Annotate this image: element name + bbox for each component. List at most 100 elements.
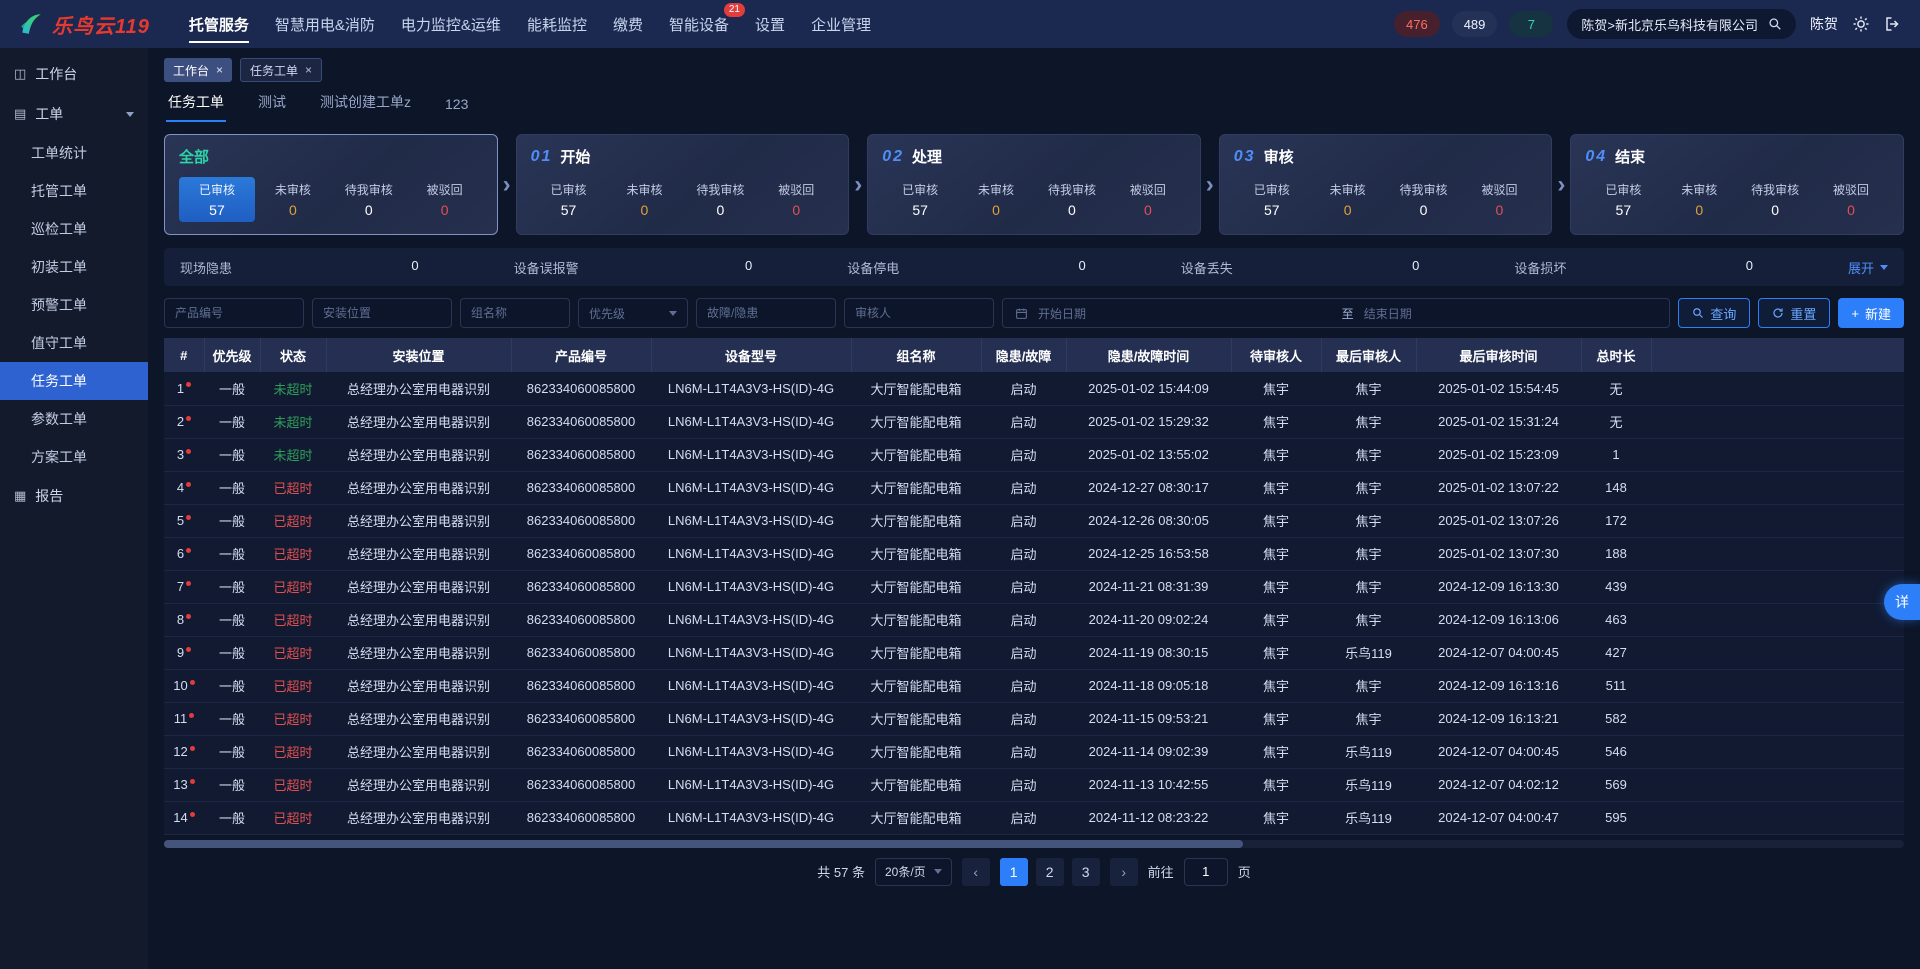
sidebar-subitem-6[interactable]: 任务工单 [0, 362, 148, 400]
table-row[interactable]: 6一般已超时总经理办公室用电器识别862334060085800LN6M-L1T… [164, 537, 1904, 570]
horizontal-scrollbar-thumb[interactable] [164, 840, 1243, 848]
cell: 2024-11-13 10:42:55 [1066, 768, 1231, 801]
auditor-input[interactable] [844, 298, 994, 328]
status-card-0[interactable]: 全部已审核57未审核0待我审核0被驳回0 [164, 134, 498, 235]
table-row[interactable]: 7一般已超时总经理办公室用电器识别862334060085800LN6M-L1T… [164, 570, 1904, 603]
tab-0[interactable]: 任务工单 [166, 84, 226, 122]
tab-1[interactable]: 测试 [256, 84, 288, 122]
sidebar-subitem-7[interactable]: 参数工单 [0, 400, 148, 438]
cell: 大厅智能配电箱 [851, 735, 981, 768]
cell: 148 [1581, 471, 1651, 504]
cell: 启动 [981, 405, 1066, 438]
plus-icon: + [1851, 306, 1859, 321]
cell: 2024-12-27 08:30:17 [1066, 471, 1231, 504]
priority-select[interactable]: 优先级 [578, 298, 688, 328]
detail-float-button[interactable]: 详 [1884, 584, 1920, 620]
summary-value: 0 [411, 258, 418, 277]
table-row[interactable]: 10一般已超时总经理办公室用电器识别862334060085800LN6M-L1… [164, 669, 1904, 702]
table-row[interactable]: 14一般已超时总经理办公室用电器识别862334060085800LN6M-L1… [164, 801, 1904, 834]
product-no-input[interactable] [164, 298, 304, 328]
company-search-input[interactable]: 陈贺>新北京乐鸟科技有限公司 [1567, 9, 1796, 39]
sidebar-subitem-2[interactable]: 巡检工单 [0, 210, 148, 248]
theme-toggle-icon[interactable] [1852, 15, 1870, 33]
goto-page-input[interactable] [1184, 858, 1228, 886]
stat-value: 0 [289, 202, 297, 218]
sidebar-subitem-5[interactable]: 值守工单 [0, 324, 148, 362]
sidebar-item-2[interactable]: ▦报告 [0, 476, 148, 516]
app-logo[interactable]: 乐鸟云119 [18, 10, 150, 39]
page-button-3[interactable]: 3 [1072, 858, 1100, 886]
sidebar-subitem-4[interactable]: 预警工单 [0, 286, 148, 324]
stat-待我审核: 待我审核0 [682, 177, 758, 222]
chevron-right-icon: › [500, 134, 514, 235]
sidebar-subitem-1[interactable]: 托管工单 [0, 172, 148, 210]
nav-item-4[interactable]: 缴费 [613, 0, 643, 48]
cell: 大厅智能配电箱 [851, 504, 981, 537]
date-range-picker[interactable]: 开始日期 至 结束日期 [1002, 298, 1670, 328]
page-size-select[interactable]: 20条/页 [875, 858, 952, 886]
table-row[interactable]: 3一般未超时总经理办公室用电器识别862334060085800LN6M-L1T… [164, 438, 1904, 471]
sidebar-item-0[interactable]: ◫工作台 [0, 54, 148, 94]
fault-input[interactable] [696, 298, 836, 328]
nav-item-1[interactable]: 智慧用电&消防 [275, 0, 375, 48]
reset-button[interactable]: 重置 [1758, 298, 1830, 328]
stat-label: 被驳回 [778, 181, 814, 198]
table-row[interactable]: 13一般已超时总经理办公室用电器识别862334060085800LN6M-L1… [164, 768, 1904, 801]
install-location-input[interactable] [312, 298, 452, 328]
breadcrumb-chip-0[interactable]: 工作台× [164, 58, 232, 82]
cell: 总经理办公室用电器识别 [326, 669, 511, 702]
sidebar-subitem-3[interactable]: 初装工单 [0, 248, 148, 286]
table-row[interactable]: 11一般已超时总经理办公室用电器识别862334060085800LN6M-L1… [164, 702, 1904, 735]
expand-link[interactable]: 展开 [1848, 258, 1888, 277]
alarm-count-pill-2[interactable]: 7 [1509, 11, 1553, 37]
nav-item-0[interactable]: 托管服务 [189, 0, 249, 48]
close-icon[interactable]: × [305, 63, 312, 77]
next-page-button[interactable]: › [1110, 858, 1138, 886]
status-card-4[interactable]: 04结束已审核57未审核0待我审核0被驳回0 [1570, 134, 1904, 235]
alert-dot-icon [186, 581, 191, 586]
nav-item-5[interactable]: 智能设备21 [669, 0, 729, 48]
stat-label: 未审核 [1681, 181, 1717, 198]
nav-item-2[interactable]: 电力监控&运维 [401, 0, 501, 48]
alarm-count-pill-1[interactable]: 489 [1452, 11, 1498, 37]
cell: 2025-01-02 15:29:32 [1066, 405, 1231, 438]
group-name-input[interactable] [460, 298, 570, 328]
close-icon[interactable]: × [216, 63, 223, 77]
nav-item-6[interactable]: 设置 [755, 0, 785, 48]
cell: 一般 [204, 471, 260, 504]
nav-item-3[interactable]: 能耗监控 [527, 0, 587, 48]
status-card-2[interactable]: 02处理已审核57未审核0待我审核0被驳回0 [867, 134, 1201, 235]
cell-index: 9 [164, 636, 204, 669]
table-row[interactable]: 5一般已超时总经理办公室用电器识别862334060085800LN6M-L1T… [164, 504, 1904, 537]
cell: 焦宇 [1231, 768, 1321, 801]
stat-value: 0 [1068, 202, 1076, 218]
breadcrumb-chip-1[interactable]: 任务工单× [240, 58, 322, 82]
tab-3[interactable]: 123 [443, 88, 470, 122]
user-name[interactable]: 陈贺 [1810, 14, 1838, 34]
table-row[interactable]: 12一般已超时总经理办公室用电器识别862334060085800LN6M-L1… [164, 735, 1904, 768]
alarm-count-pill-0[interactable]: 476 [1394, 11, 1440, 37]
cell: 总经理办公室用电器识别 [326, 570, 511, 603]
table-row[interactable]: 2一般未超时总经理办公室用电器识别862334060085800LN6M-L1T… [164, 405, 1904, 438]
page-button-1[interactable]: 1 [1000, 858, 1028, 886]
status-card-3[interactable]: 03审核已审核57未审核0待我审核0被驳回0 [1219, 134, 1553, 235]
logout-icon[interactable] [1884, 15, 1902, 33]
nav-item-7[interactable]: 企业管理 [811, 0, 871, 48]
page-button-2[interactable]: 2 [1036, 858, 1064, 886]
alarm-pills: 476 489 7 [1394, 11, 1553, 37]
cell: 已超时 [260, 570, 326, 603]
stat-label: 被驳回 [1833, 181, 1869, 198]
status-card-1[interactable]: 01开始已审核57未审核0待我审核0被驳回0 [516, 134, 850, 235]
sidebar-item-1[interactable]: ▤工单 [0, 94, 148, 134]
table-row[interactable]: 9一般已超时总经理办公室用电器识别862334060085800LN6M-L1T… [164, 636, 1904, 669]
prev-page-button[interactable]: ‹ [962, 858, 990, 886]
table-row[interactable]: 1一般未超时总经理办公室用电器识别862334060085800LN6M-L1T… [164, 372, 1904, 405]
sidebar-subitem-0[interactable]: 工单统计 [0, 134, 148, 172]
tab-2[interactable]: 测试创建工单z [318, 84, 413, 122]
search-button[interactable]: 查询 [1678, 298, 1750, 328]
table-row[interactable]: 8一般已超时总经理办公室用电器识别862334060085800LN6M-L1T… [164, 603, 1904, 636]
cell: 2025-01-02 15:54:45 [1416, 372, 1581, 405]
sidebar-subitem-8[interactable]: 方案工单 [0, 438, 148, 476]
table-row[interactable]: 4一般已超时总经理办公室用电器识别862334060085800LN6M-L1T… [164, 471, 1904, 504]
create-button[interactable]: + 新建 [1838, 298, 1904, 328]
